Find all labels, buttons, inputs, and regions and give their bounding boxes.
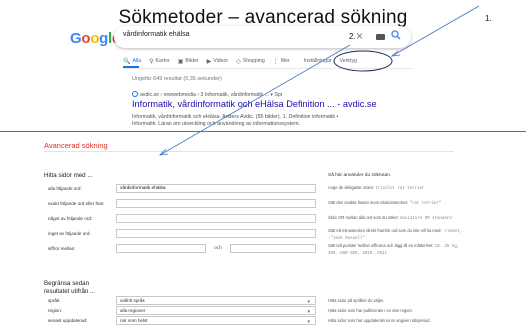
annotation-arrow (391, 5, 480, 57)
annotation-arrow (159, 44, 351, 156)
annotation-ellipse (333, 50, 393, 72)
annotation-arrowhead (158, 148, 169, 156)
annotation-overlay (158, 5, 480, 156)
